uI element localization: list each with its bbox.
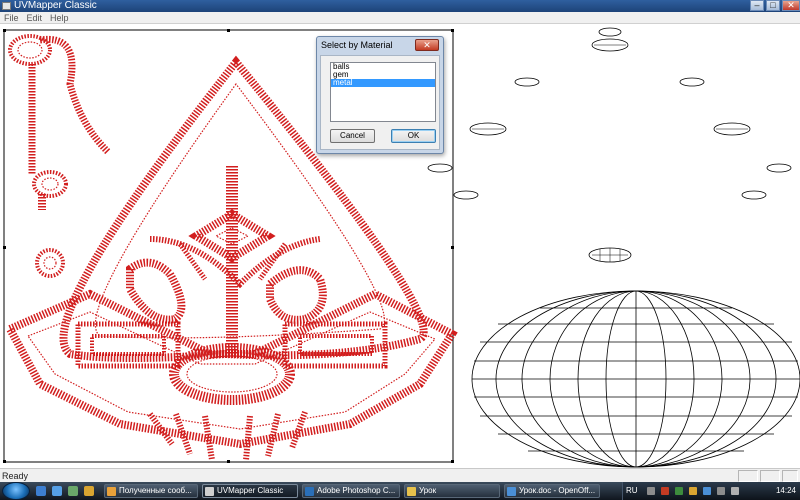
select-by-material-dialog: Select by Material ✕ balls gem metal Can… <box>316 36 444 154</box>
media-player-icon[interactable] <box>68 486 78 496</box>
taskbar-item-folder[interactable]: Урок <box>404 484 500 498</box>
status-panel <box>760 470 780 482</box>
menu-file[interactable]: File <box>0 12 23 23</box>
title-bar: UVMapper Classic ‒ □ ✕ <box>0 0 800 12</box>
menu-edit[interactable]: Edit <box>23 12 47 23</box>
clock[interactable]: 14:24 <box>776 486 796 495</box>
app-icon <box>205 487 214 496</box>
taskbar-item-photoshop[interactable]: Adobe Photoshop C... <box>302 484 400 498</box>
quicklaunch-icon[interactable] <box>84 486 94 496</box>
tray-icon[interactable] <box>703 487 711 495</box>
tray-icon[interactable] <box>647 487 655 495</box>
maximize-button[interactable]: □ <box>766 0 780 11</box>
folder-icon <box>407 487 416 496</box>
taskbar-item-mail[interactable]: Полученные сооб... <box>104 484 198 498</box>
internet-explorer-icon[interactable] <box>52 486 62 496</box>
tray-icon[interactable] <box>689 487 697 495</box>
status-panel <box>782 470 798 482</box>
status-panel <box>738 470 758 482</box>
taskbar-item-label: Adobe Photoshop C... <box>317 486 396 495</box>
menu-help[interactable]: Help <box>46 12 73 23</box>
dialog-close-button[interactable]: ✕ <box>415 39 439 51</box>
tray-icon[interactable] <box>675 487 683 495</box>
windows-start-orb-icon[interactable] <box>2 482 30 500</box>
material-option-metal[interactable]: metal <box>331 79 435 87</box>
ok-button[interactable]: OK <box>391 129 436 143</box>
taskbar-item-uvmapper[interactable]: UVMapper Classic <box>202 484 298 498</box>
material-listbox[interactable]: balls gem metal <box>330 62 436 122</box>
status-bar: Ready <box>0 468 800 482</box>
document-icon <box>507 487 516 496</box>
tray-icon[interactable] <box>661 487 669 495</box>
taskbar-item-label: Полученные сооб... <box>119 486 192 495</box>
language-indicator[interactable]: RU <box>626 486 638 495</box>
app-icon <box>2 2 11 10</box>
taskbar-item-label: Урок.doc - OpenOff... <box>519 486 596 495</box>
network-icon[interactable] <box>717 487 725 495</box>
photoshop-icon <box>305 487 314 496</box>
taskbar-item-label: Урок <box>419 486 437 495</box>
gem-wireframes <box>427 27 792 263</box>
volume-icon[interactable] <box>731 487 739 495</box>
ball-wireframe <box>471 290 800 468</box>
window-title: UVMapper Classic <box>14 0 97 11</box>
taskbar: Полученные сооб... UVMapper Classic Adob… <box>0 482 800 500</box>
status-text: Ready <box>2 471 29 481</box>
window-controls: ‒ □ ✕ <box>748 0 800 12</box>
taskbar-item-label: UVMapper Classic <box>217 486 284 495</box>
show-desktop-icon[interactable] <box>36 486 46 496</box>
minimize-button[interactable]: ‒ <box>750 0 764 11</box>
cancel-button[interactable]: Cancel <box>330 129 375 143</box>
system-tray: RU 14:24 <box>622 482 800 500</box>
taskbar-item-document[interactable]: Урок.doc - OpenOff... <box>504 484 600 498</box>
close-button[interactable]: ✕ <box>782 0 800 11</box>
mail-icon <box>107 487 116 496</box>
menu-bar: File Edit Help <box>0 12 800 24</box>
dialog-body: balls gem metal Cancel OK <box>320 55 440 150</box>
